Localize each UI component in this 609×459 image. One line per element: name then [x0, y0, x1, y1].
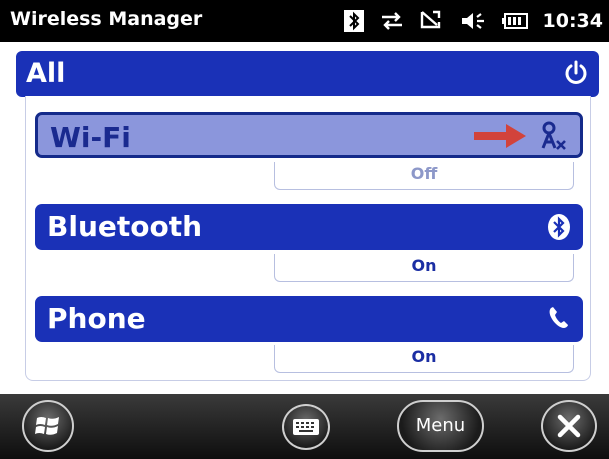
battery-icon[interactable]: [501, 10, 529, 32]
arrow-icon: [472, 121, 528, 155]
all-radios-toggle[interactable]: All: [16, 51, 599, 97]
signal-icon[interactable]: [419, 9, 445, 33]
wifi-label: Wi-Fi: [50, 121, 131, 154]
title-bar: Wireless Manager 10:34: [0, 0, 609, 42]
phone-label: Phone: [47, 302, 146, 335]
keyboard-icon: [293, 419, 319, 435]
menu-button[interactable]: Menu: [397, 400, 484, 452]
softkey-bar: Menu: [0, 394, 609, 459]
bluetooth-state: On: [274, 254, 574, 282]
system-tray: 10:34: [343, 0, 603, 42]
phone-state: On: [274, 345, 574, 373]
all-label: All: [26, 58, 66, 89]
power-icon: [562, 59, 590, 91]
windows-logo-icon: [35, 417, 59, 435]
clock[interactable]: 10:34: [543, 10, 603, 32]
start-button[interactable]: [22, 400, 74, 452]
close-button[interactable]: [541, 400, 597, 452]
bluetooth-status-icon[interactable]: [343, 9, 365, 33]
volume-icon[interactable]: [459, 9, 487, 33]
close-icon: [557, 414, 581, 438]
wifi-toggle[interactable]: Wi-Fi: [35, 112, 583, 158]
bluetooth-icon: [547, 213, 571, 245]
app-title: Wireless Manager: [10, 8, 203, 30]
data-connection-icon[interactable]: [379, 9, 405, 33]
wifi-off-icon: [538, 120, 568, 156]
wifi-state: Off: [274, 162, 574, 190]
phone-icon: [547, 305, 571, 335]
bluetooth-toggle[interactable]: Bluetooth: [35, 204, 583, 250]
phone-toggle[interactable]: Phone: [35, 296, 583, 342]
bluetooth-label: Bluetooth: [47, 210, 203, 243]
keyboard-button[interactable]: [282, 404, 330, 450]
